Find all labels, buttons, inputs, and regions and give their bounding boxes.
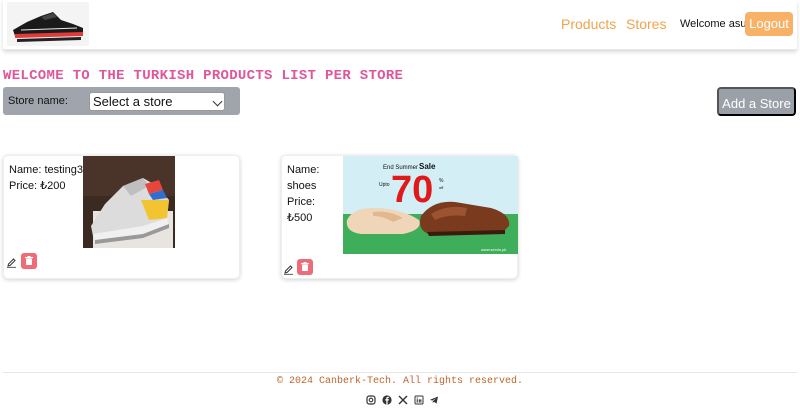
product-image bbox=[83, 156, 175, 248]
promo-upto: Upto bbox=[379, 182, 390, 188]
promo-percent: 70 bbox=[391, 169, 433, 211]
add-store-button[interactable]: Add a Store bbox=[717, 87, 796, 116]
product-name: Name: testing3 bbox=[9, 164, 83, 176]
telegram-icon[interactable] bbox=[429, 392, 439, 404]
nav-stores-link[interactable]: Stores bbox=[626, 16, 666, 32]
product-info: Name: shoes Price: ₺500 bbox=[287, 162, 342, 226]
copyright-text: © 2024 Canberk-Tech. All rights reserved… bbox=[276, 376, 524, 387]
store-select-value: Select a store bbox=[93, 94, 173, 109]
linkedin-icon[interactable] bbox=[414, 392, 424, 405]
edit-icon[interactable] bbox=[283, 262, 294, 275]
product-info: Name: testing3 Price: ₺200 bbox=[9, 162, 84, 194]
chevron-down-icon bbox=[212, 96, 223, 107]
store-name-label: Store name: bbox=[8, 95, 68, 107]
instagram-icon[interactable] bbox=[366, 392, 376, 405]
product-card: Name: testing3 Price: ₺200 bbox=[3, 155, 240, 279]
x-icon[interactable] bbox=[398, 392, 408, 405]
store-filter-bar: Store name: Select a store bbox=[3, 87, 240, 115]
delete-button[interactable] bbox=[297, 259, 313, 275]
edit-icon[interactable] bbox=[6, 255, 17, 268]
delete-button[interactable] bbox=[21, 253, 37, 269]
product-price: Price: ₺500 bbox=[287, 196, 316, 224]
social-links bbox=[366, 392, 446, 405]
promo-site: www.servis.pk bbox=[481, 247, 506, 252]
product-card: Name: shoes Price: ₺500 End Summer Sale … bbox=[281, 155, 518, 279]
product-image: End Summer Sale Upto 70 % off www.servis… bbox=[343, 156, 518, 254]
promo-percent-sign: % bbox=[439, 178, 444, 184]
brand-logo[interactable] bbox=[7, 2, 89, 46]
store-select[interactable]: Select a store bbox=[89, 92, 225, 111]
welcome-text: Welcome asu bbox=[680, 18, 747, 30]
product-name: Name: shoes bbox=[287, 164, 320, 192]
nav-products-link[interactable]: Products bbox=[561, 16, 616, 32]
logout-button[interactable]: Logout bbox=[745, 12, 793, 36]
product-price: Price: ₺200 bbox=[9, 180, 66, 192]
page-title: WELCOME TO THE TURKISH PRODUCTS LIST PER… bbox=[3, 68, 404, 84]
top-navbar: Products Stores Welcome asu Logout bbox=[3, 0, 797, 50]
page-footer: © 2024 Canberk-Tech. All rights reserved… bbox=[3, 372, 797, 409]
facebook-icon[interactable] bbox=[382, 392, 392, 405]
